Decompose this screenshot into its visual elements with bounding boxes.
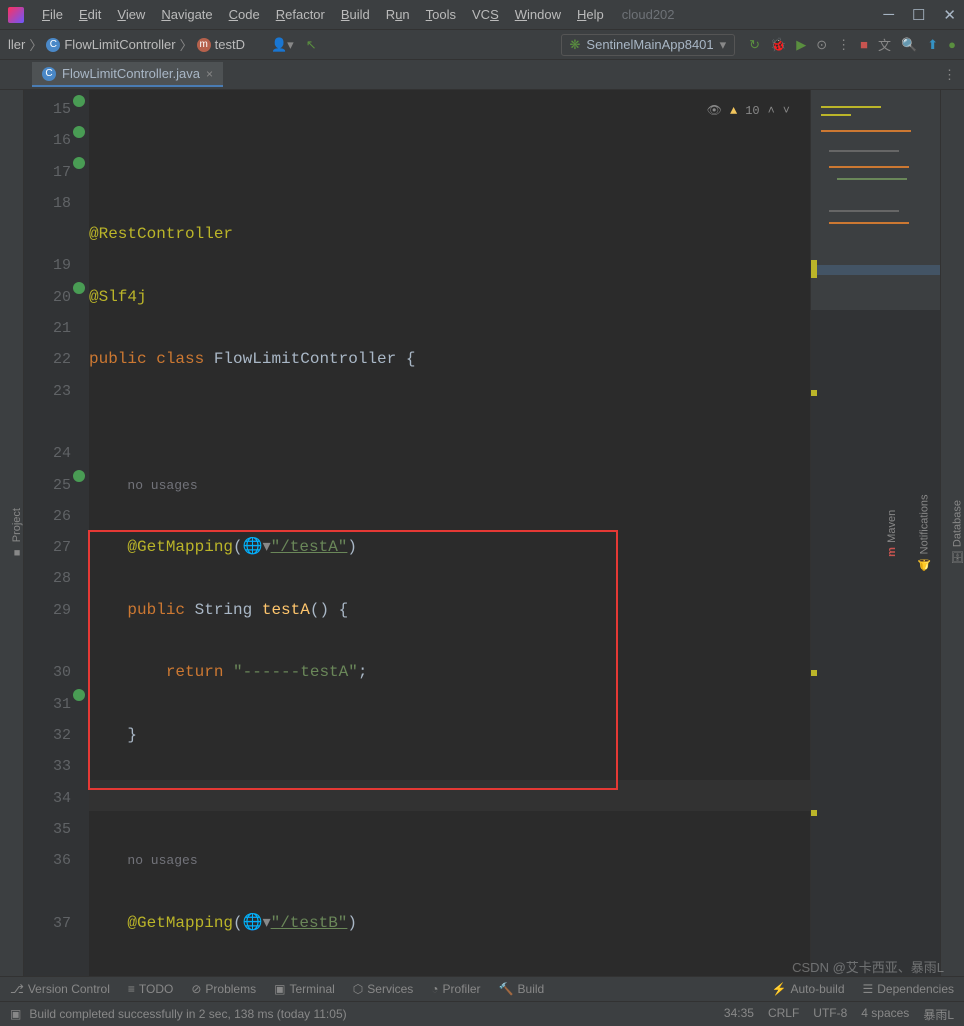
- profiler-tool[interactable]: ◔ Profiler: [431, 982, 480, 996]
- problems-tool[interactable]: ⊘ Problems: [191, 982, 256, 996]
- inspection-widget[interactable]: 👁 ▲ 10 ˄ ˅: [707, 96, 790, 127]
- profile-icon[interactable]: ⊙: [816, 37, 827, 53]
- method-icon: m: [197, 38, 211, 52]
- minimize-icon[interactable]: ─: [883, 6, 894, 24]
- window-title: cloud202: [622, 7, 675, 22]
- spring-gutter-icon[interactable]: [73, 157, 85, 169]
- tab-menu-icon[interactable]: ⋮: [943, 67, 964, 83]
- class-icon: C: [46, 38, 60, 52]
- translate-icon[interactable]: 文: [878, 35, 891, 54]
- main-menu: File Edit View Navigate Code Refactor Bu…: [36, 5, 610, 24]
- spring-gutter-icon[interactable]: [73, 95, 85, 107]
- terminal-tool[interactable]: ▣ Terminal: [274, 982, 335, 996]
- encoding[interactable]: UTF-8: [813, 1006, 847, 1023]
- up-arrow-icon[interactable]: ⬆: [927, 37, 938, 53]
- breadcrumb-method[interactable]: testD: [215, 37, 245, 52]
- chevron-down-icon: ▾: [720, 37, 727, 53]
- tab-close-icon[interactable]: ×: [206, 67, 213, 81]
- run-config-selector[interactable]: ❋ SentinelMainApp8401 ▾: [561, 34, 736, 56]
- menu-vcs[interactable]: VCS: [466, 5, 505, 24]
- coverage-icon[interactable]: ▶: [796, 37, 806, 53]
- run-config-name: SentinelMainApp8401: [586, 37, 713, 52]
- user-icon[interactable]: 👤▾: [271, 37, 294, 53]
- chevron-icon: 〉: [180, 35, 193, 54]
- indent[interactable]: 4 spaces: [861, 1006, 909, 1023]
- notifications-tool[interactable]: 🔔 Notifications: [918, 494, 931, 571]
- eye-off-icon[interactable]: 👁: [707, 96, 722, 127]
- status-message: Build completed successfully in 2 sec, 1…: [29, 1007, 346, 1021]
- bottom-tool-bar: ⎇ Version Control ≡ TODO ⊘ Problems ▣ Te…: [0, 976, 964, 1001]
- maximize-icon[interactable]: ☐: [912, 6, 925, 24]
- class-icon: C: [42, 67, 56, 81]
- maven-tool[interactable]: m Maven: [886, 510, 898, 557]
- menu-navigate[interactable]: Navigate: [155, 5, 218, 24]
- attach-icon[interactable]: ⋮: [837, 37, 850, 53]
- warning-count: 10: [745, 96, 759, 127]
- dependencies-tool[interactable]: ☰ Dependencies: [863, 982, 955, 996]
- close-icon[interactable]: ✕: [943, 6, 956, 24]
- menu-run[interactable]: Run: [380, 5, 416, 24]
- menu-file[interactable]: File: [36, 5, 69, 24]
- right-tool-rail: 🗄 Database 🔔 Notifications m Maven: [940, 90, 964, 976]
- left-tool-rail: ■ Project 🔖 Bookmarks 🏛 Structure: [0, 90, 24, 976]
- chevron-down-icon[interactable]: ˅: [783, 96, 790, 127]
- code-editor[interactable]: @RestController @Slf4j public class Flow…: [89, 90, 810, 976]
- menu-help[interactable]: Help: [571, 5, 610, 24]
- spring-icon: ❋: [570, 37, 581, 53]
- menu-view[interactable]: View: [111, 5, 151, 24]
- breadcrumb: ller 〉 C FlowLimitController 〉 m testD: [8, 35, 245, 54]
- project-tool[interactable]: ■ Project: [11, 508, 23, 558]
- menu-code[interactable]: Code: [223, 5, 266, 24]
- spring-gutter-icon[interactable]: [73, 689, 85, 701]
- chevron-icon: 〉: [29, 35, 42, 54]
- run-icon[interactable]: ↻: [749, 37, 760, 53]
- spring-gutter-icon[interactable]: [73, 282, 85, 294]
- toolbar: ller 〉 C FlowLimitController 〉 m testD 👤…: [0, 30, 964, 60]
- tab-filename: FlowLimitController.java: [62, 66, 200, 81]
- tab-flowlimitcontroller[interactable]: C FlowLimitController.java ×: [32, 62, 223, 87]
- services-tool[interactable]: ⬡ Services: [353, 982, 414, 996]
- database-tool[interactable]: 🗄 Database: [951, 500, 964, 565]
- green-dot-icon[interactable]: ●: [948, 37, 956, 52]
- search-icon[interactable]: 🔍: [901, 37, 917, 53]
- status-icon[interactable]: ▣: [10, 1007, 21, 1021]
- app-logo-icon: [8, 7, 24, 23]
- debug-icon[interactable]: 🐞: [770, 37, 786, 53]
- warning-icon: ▲: [730, 96, 737, 127]
- version-control-tool[interactable]: ⎇ Version Control: [10, 982, 110, 996]
- todo-tool[interactable]: ≡ TODO: [128, 982, 173, 996]
- stop-icon[interactable]: ■: [860, 37, 868, 52]
- cursor-position[interactable]: 34:35: [724, 1006, 754, 1023]
- line-ending[interactable]: CRLF: [768, 1006, 799, 1023]
- menu-refactor[interactable]: Refactor: [270, 5, 331, 24]
- chevron-up-icon[interactable]: ˄: [768, 96, 775, 127]
- spring-gutter-icon[interactable]: [73, 470, 85, 482]
- status-bar: ▣ Build completed successfully in 2 sec,…: [0, 1001, 964, 1026]
- menu-tools[interactable]: Tools: [420, 5, 462, 24]
- menu-window[interactable]: Window: [509, 5, 567, 24]
- titlebar: File Edit View Navigate Code Refactor Bu…: [0, 0, 964, 30]
- breadcrumb-prefix: ller: [8, 37, 25, 52]
- menu-edit[interactable]: Edit: [73, 5, 107, 24]
- branch[interactable]: 暴雨L: [923, 1006, 954, 1023]
- menu-build[interactable]: Build: [335, 5, 376, 24]
- build-tool[interactable]: 🔨 Build: [499, 982, 545, 996]
- breadcrumb-class[interactable]: FlowLimitController: [64, 37, 175, 52]
- hammer-icon[interactable]: ↖: [306, 37, 317, 53]
- spring-gutter-icon[interactable]: [73, 126, 85, 138]
- autobuild-tool[interactable]: ⚡ Auto-build: [772, 982, 845, 996]
- line-number-gutter: 15161718 1920212223 242526272829 3031323…: [24, 90, 89, 976]
- editor-tabs: C FlowLimitController.java × ⋮: [0, 60, 964, 90]
